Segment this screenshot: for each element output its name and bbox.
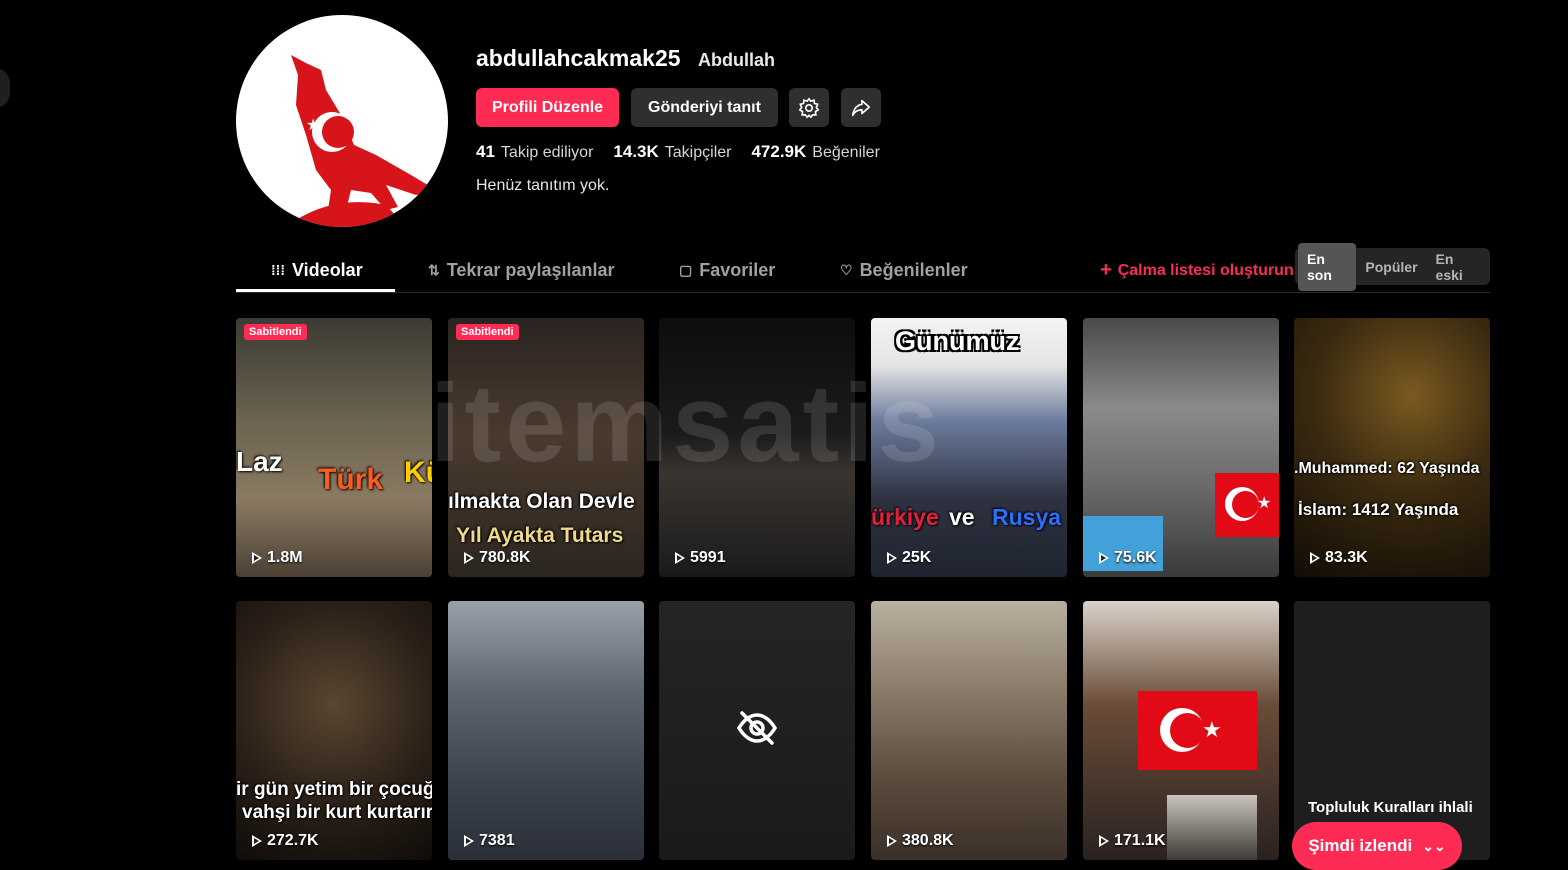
play-icon [887,835,897,847]
play-icon [1099,552,1109,564]
svg-text:★: ★ [306,117,320,134]
video-overlay-text: Türk [318,463,384,496]
chevrons-down-icon: ⌄⌄ [1422,837,1446,854]
edit-profile-button[interactable]: Profili Düzenle [476,88,619,127]
video-card[interactable]: 380.8K [871,601,1067,860]
video-card[interactable]: 5991 [659,318,855,577]
view-count: 780.8K [464,549,531,567]
video-overlay-text: ürkiye [871,504,939,530]
profile-stats: 41 Takip ediliyor 14.3K Takipçiler 472.9K B… [476,142,880,162]
sort-selector: En son Popüler En eski [1295,242,1490,291]
play-icon [464,552,474,564]
tab-videos[interactable]: ⁞⁞⁞ Videolar [271,250,363,290]
view-count: 83.3K [1310,549,1368,567]
turkish-flag: ★ [1138,691,1257,770]
video-overlay-text: Laz [236,446,283,477]
now-watched-button[interactable]: Şimdi izlendi ⌄⌄ [1292,822,1462,870]
gear-icon [798,97,820,118]
video-overlay-text: Rusya [992,504,1062,530]
share-icon [851,99,871,116]
grid-icon: ⁞⁞⁞ [271,262,285,278]
video-overlay-text: Günümüz [895,326,1020,356]
heart-icon: ♡ [840,261,853,278]
bookmark-icon: ▢ [679,261,693,278]
video-overlay-text: ir gün yetim bir çocuğu [236,779,432,800]
play-icon [252,552,262,564]
avatar[interactable]: ★ [236,15,448,227]
violation-label: Topluluk Kuralları ihlali [1308,799,1473,816]
video-card[interactable]: Sabitlendi Laz Türk Kü 1.8M [236,318,432,577]
tab-liked[interactable]: ♡ Beğenilenler [840,250,968,290]
play-icon [1310,552,1320,564]
followers-stat[interactable]: 14.3K Takipçiler [613,142,731,162]
play-icon [887,552,897,564]
video-overlay-text: ılmakta Olan Devle [448,490,635,513]
create-playlist-button[interactable]: + Çalma listesi oluşturun [1100,259,1294,282]
active-tab-indicator [236,289,395,292]
video-overlay-text: Kü [404,456,432,489]
settings-button[interactable] [789,88,829,127]
tab-reposts[interactable]: ⇅ Tekrar paylaşılanlar [428,250,615,290]
video-overlay-text: vahşi bir kurt kurtarır [242,802,432,823]
portrait-inset [1167,795,1257,860]
hidden-video-card[interactable] [659,601,855,860]
pinned-badge: Sabitlendi [244,324,307,340]
sort-latest[interactable]: En son [1298,242,1357,291]
play-icon [1099,835,1109,847]
nickname: Abdullah [698,50,775,70]
video-card[interactable]: .Muhammed: 62 Yaşında İslam: 1412 Yaşınd… [1294,318,1490,577]
view-count: 380.8K [887,832,954,850]
view-count: 272.7K [252,832,319,850]
video-overlay-text: İslam: 1412 Yaşında [1298,500,1459,519]
share-button[interactable] [841,88,881,127]
pinned-badge: Sabitlendi [456,324,519,340]
video-card[interactable]: Günümüz ürkiye ve Rusya 25K [871,318,1067,577]
view-count: 25K [887,549,931,567]
video-card[interactable]: 7381 [448,601,644,860]
play-icon [252,835,262,847]
view-count: 1.8M [252,549,303,567]
turkish-flag: ★ [1215,473,1279,537]
video-card[interactable]: ★ 75.6K [1083,318,1279,577]
view-count: 5991 [675,549,726,567]
howling-wolf-logo: ★ [276,55,436,227]
play-icon [675,552,685,564]
play-icon [464,835,474,847]
following-stat[interactable]: 41 Takip ediliyor [476,142,593,162]
view-count: 171.1K [1099,832,1166,850]
bio: Henüz tanıtım yok. [476,177,610,194]
video-overlay-text: ve [949,504,975,530]
eye-off-icon [736,711,778,745]
video-card[interactable]: ★ 171.1K [1083,601,1279,860]
username: abdullahcakmak25 [476,45,681,71]
video-overlay-text: Yıl Ayakta Tutars [456,524,624,547]
likes-stat: 472.9K Beğeniler [751,142,880,161]
view-count: 7381 [464,832,515,850]
video-card[interactable]: Sabitlendi ılmakta Olan Devle Yıl Ayakta… [448,318,644,577]
repost-icon: ⇅ [428,261,440,278]
side-scroll-handle[interactable] [0,68,10,108]
sort-popular[interactable]: Popüler [1356,251,1426,283]
video-card[interactable]: ir gün yetim bir çocuğu vahşi bir kurt k… [236,601,432,860]
promote-post-button[interactable]: Gönderiyi tanıt [631,88,778,127]
video-overlay-text: .Muhammed: 62 Yaşında [1294,460,1480,477]
view-count: 75.6K [1099,549,1157,567]
plus-icon: + [1100,259,1112,281]
sort-oldest[interactable]: En eski [1427,243,1487,291]
tab-favorites[interactable]: ▢ Favoriler [679,250,775,290]
